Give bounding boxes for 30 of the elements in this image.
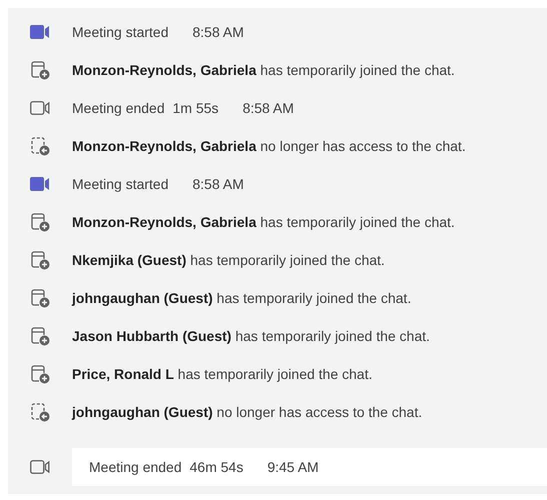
- event-time: 8:58 AM: [192, 24, 244, 40]
- event-message: Nkemjika (Guest) has temporarily joined the chat.: [72, 252, 385, 268]
- event-time: 8:58 AM: [242, 100, 294, 116]
- chat-add-icon: [30, 212, 50, 232]
- event-time: 8:58 AM: [192, 176, 244, 192]
- event-message: Monzon-Reynolds, Gabriela has temporarily joined the chat.: [72, 62, 455, 78]
- chat-leave-icon: [30, 402, 50, 422]
- video-camera-icon: [30, 25, 50, 39]
- video-camera-icon: [30, 101, 50, 115]
- event-label: Meeting started: [72, 24, 168, 40]
- event-message: johngaughan (Guest) no longer has access to the chat.: [72, 404, 422, 420]
- event-label: Meeting ended: [89, 459, 182, 475]
- event-message: johngaughan (Guest) has temporarily joined the chat.: [72, 290, 412, 306]
- chat-add-icon: [30, 288, 50, 308]
- event-message: Monzon-Reynolds, Gabriela no longer has access to the chat.: [72, 138, 466, 154]
- chat-add-icon: [30, 60, 50, 80]
- video-camera-icon: [30, 460, 50, 474]
- event-label: Meeting ended: [72, 100, 165, 116]
- event-message: Monzon-Reynolds, Gabriela has temporarily joined the chat.: [72, 214, 455, 230]
- event-time: 9:45 AM: [267, 459, 319, 475]
- video-camera-icon: [30, 177, 50, 191]
- event-label: Meeting started: [72, 176, 168, 192]
- chat-add-icon: [30, 364, 50, 384]
- chat-leave-icon: [30, 136, 50, 156]
- duration-text: 1m 55s: [172, 100, 219, 116]
- event-message: Price, Ronald L has temporarily joined the chat.: [72, 366, 372, 382]
- chat-add-icon: [30, 250, 50, 270]
- event-message: Jason Hubbarth (Guest) has temporarily joined the chat.: [72, 328, 430, 344]
- chat-add-icon: [30, 326, 50, 346]
- duration-text: 46m 54s: [190, 459, 244, 475]
